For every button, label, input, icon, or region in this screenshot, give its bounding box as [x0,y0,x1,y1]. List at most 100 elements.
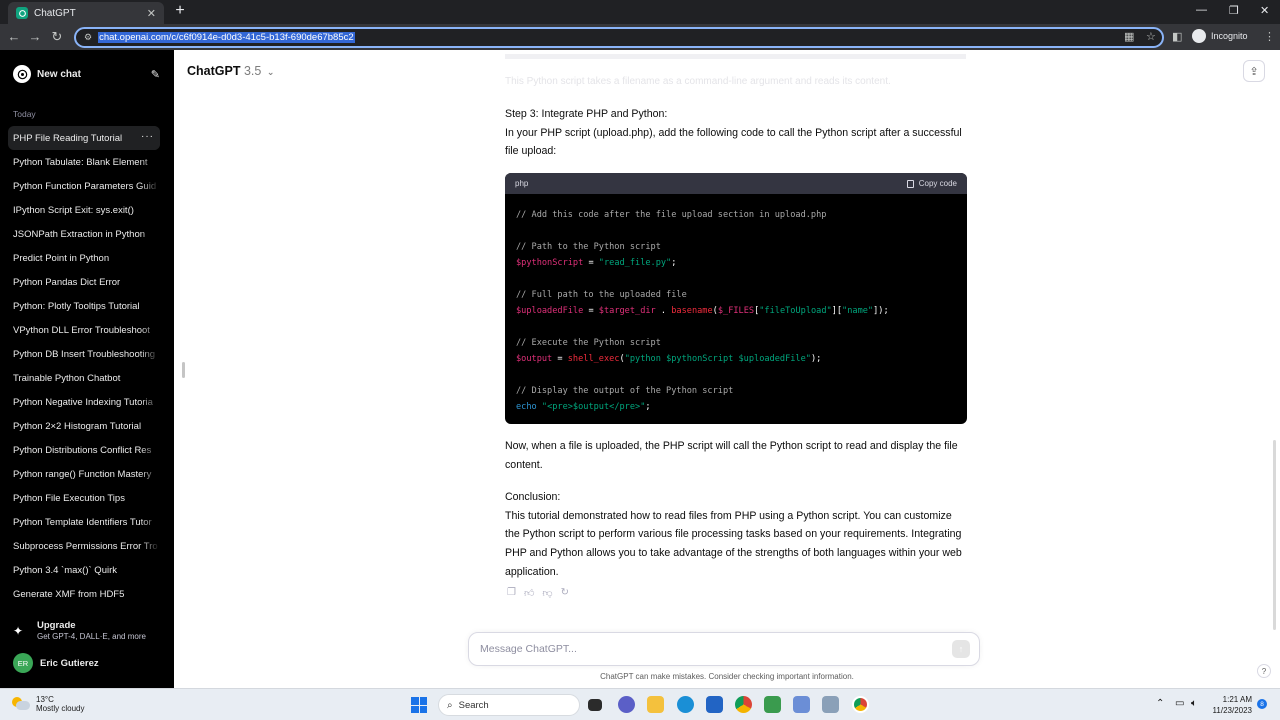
code-comment: // Execute the Python script [516,338,661,348]
code-variable: $pythonScript [516,258,584,268]
forward-icon[interactable]: → [27,29,43,45]
thumbs-down-icon[interactable]: 👎︎ [542,587,552,599]
sidebar-history-item[interactable]: Trainable Python Chatbot [8,366,160,390]
compose-icon[interactable]: ✎ [151,68,160,81]
history-item-label: IPython Script Exit: sys.exit() [13,204,134,216]
notepad-plus-icon[interactable] [764,696,781,713]
sidebar-history-item[interactable]: Python DB Insert Troubleshooting [8,342,160,366]
sidebar-history-item[interactable]: Python Tabulate: Blank Element [8,150,160,174]
new-tab-button[interactable]: + [172,2,188,20]
copy-icon[interactable]: ❐ [507,587,516,599]
sidebar-history-item[interactable]: Generate XMF from HDF5 [8,582,160,606]
site-info-icon[interactable]: ⚙ [84,32,92,43]
close-window-icon[interactable]: ✕ [1260,4,1269,17]
regenerate-icon[interactable]: ↻ [561,587,569,599]
message-composer[interactable]: Message ChatGPT... ↑ [468,632,980,666]
task-view-icon[interactable] [588,699,602,711]
windows-start-icon[interactable] [411,697,427,713]
sidebar-resize-handle[interactable] [182,362,185,378]
sidebar-history-item[interactable]: Python Pandas Dict Error [8,270,160,294]
sidebar-history-item[interactable]: Python Distributions Conflict Res [8,438,160,462]
code-string: "python $pythonScript $uploadedFile" [624,354,811,364]
back-icon[interactable]: ← [6,29,22,45]
code-function: shell_exec [567,354,620,364]
conclusion-heading: Conclusion: [505,491,561,503]
send-button[interactable]: ↑ [952,640,970,658]
history-item-label: Python Function Parameters Guid [13,180,157,192]
history-item-label: Python DB Insert Troubleshooting [13,348,156,360]
help-button[interactable]: ? [1257,664,1271,678]
sidebar-history-item[interactable]: VPython DLL Error Troubleshoot [8,318,160,342]
text-fade [140,438,160,462]
sidebar-history-item[interactable]: Python 2×2 Histogram Tutorial [8,414,160,438]
new-chat-label: New chat [37,68,81,80]
sidebar-history-item[interactable]: Subprocess Permissions Error Tro [8,534,160,558]
sidebar-history-item[interactable]: Python Negative Indexing Tutoria [8,390,160,414]
sidebar-history-item[interactable]: IPython Script Exit: sys.exit() [8,198,160,222]
reload-icon[interactable]: ↻ [49,29,65,45]
qr-code-icon[interactable]: ▦ [1124,30,1134,43]
close-tab-icon[interactable]: ✕ [147,7,156,20]
sidebar-history-item[interactable]: JSONPath Extraction in Python [8,222,160,246]
sidebar-history-item[interactable]: Python: Plotly Tooltips Tutorial [8,294,160,318]
disclaimer-text: ChatGPT can make mistakes. Consider chec… [600,672,854,681]
network-icon[interactable]: ▭ [1175,698,1184,709]
weather-widget[interactable]: 13°C Mostly cloudy [12,695,84,713]
code-comment: // Full path to the uploaded file [516,290,687,300]
code-function: basename [671,306,713,316]
scrollbar[interactable] [1273,440,1276,630]
new-chat-button[interactable]: New chat ✎ [8,62,160,86]
side-panel-icon[interactable]: ◧ [1172,30,1182,43]
volume-icon[interactable]: 🔈︎ [1191,698,1197,709]
clock-time: 1:21 AM [1222,695,1252,704]
sidebar-history-item[interactable]: Python File Execution Tips [8,486,160,510]
openai-logo-icon [13,65,31,83]
text-fade [140,318,160,342]
code-string: "read_file.py" [598,258,672,268]
microsoft-store-icon[interactable] [706,696,723,713]
file-explorer-icon[interactable] [647,696,664,713]
restore-window-icon[interactable]: ❐ [1229,4,1239,17]
browser-tab[interactable]: ChatGPT ✕ [8,2,164,24]
chrome-icon[interactable] [735,696,752,713]
teams-chat-icon[interactable] [618,696,635,713]
user-menu[interactable]: ER Eric Gutierez [13,653,99,673]
sidebar-history-item[interactable]: Python Template Identifiers Tutor [8,510,160,534]
system-clock[interactable]: 1:21 AM 11/23/2023 [1206,694,1252,716]
history-item-label: Python Negative Indexing Tutoria [13,396,153,408]
upgrade-plan-button[interactable]: ✦ Upgrade Get GPT-4, DALL·E, and more [13,620,146,641]
sidebar-history-item[interactable]: Python Function Parameters Guid [8,174,160,198]
edge-browser-icon[interactable] [677,696,694,713]
message-input[interactable]: Message ChatGPT... [480,643,952,655]
text-fade [140,270,160,294]
chevron-down-icon: ⌄ [266,67,275,77]
sidebar-history-item[interactable]: Python 3.4 `max()` Quirk [8,558,160,582]
browser-menu-icon[interactable]: ⋮ [1264,30,1275,43]
share-button[interactable]: ⇪ [1243,60,1265,82]
taskbar-search[interactable]: ⌕ Search [438,694,580,716]
windows-taskbar: 13°C Mostly cloudy ⌕ Search ⌃ ▭ 🔈︎ 1:21 … [0,688,1280,720]
model-selector[interactable]: ChatGPT 3.5 ⌄ [187,64,274,78]
thumbs-up-icon[interactable]: 👍︎ [524,587,534,599]
snipping-tool-icon[interactable] [822,696,839,713]
text-fade [140,462,160,486]
sidebar-history-item[interactable]: Predict Point in Python [8,246,160,270]
history-section-today: Today [13,109,36,119]
app-icon[interactable] [793,696,810,713]
url-text[interactable]: chat.openai.com/c/c6f0914e-d0d3-41c5-b13… [98,32,355,43]
sidebar-history-item[interactable]: Python range() Function Mastery [8,462,160,486]
sidebar-history-item[interactable]: PHP File Reading Tutorial ··· [8,126,160,150]
text-fade [140,222,160,246]
chrome-active-icon[interactable] [852,696,869,713]
history-item-label: Python 3.4 `max()` Quirk [13,564,117,576]
copy-code-button[interactable]: Copy code [906,179,957,188]
incognito-indicator[interactable]: Incognito [1192,29,1248,43]
notification-badge[interactable]: 8 [1257,699,1267,709]
more-options-icon[interactable]: ··· [141,131,154,142]
bookmark-star-icon[interactable]: ☆ [1146,30,1156,43]
address-bar[interactable]: ⚙ chat.openai.com/c/c6f0914e-d0d3-41c5-b… [74,27,1164,48]
minimize-window-icon[interactable]: — [1196,4,1207,16]
code-language: php [515,179,529,188]
tray-chevron-up-icon[interactable]: ⌃ [1156,698,1164,709]
conclusion-text: This tutorial demonstrated how to read f… [505,509,962,578]
